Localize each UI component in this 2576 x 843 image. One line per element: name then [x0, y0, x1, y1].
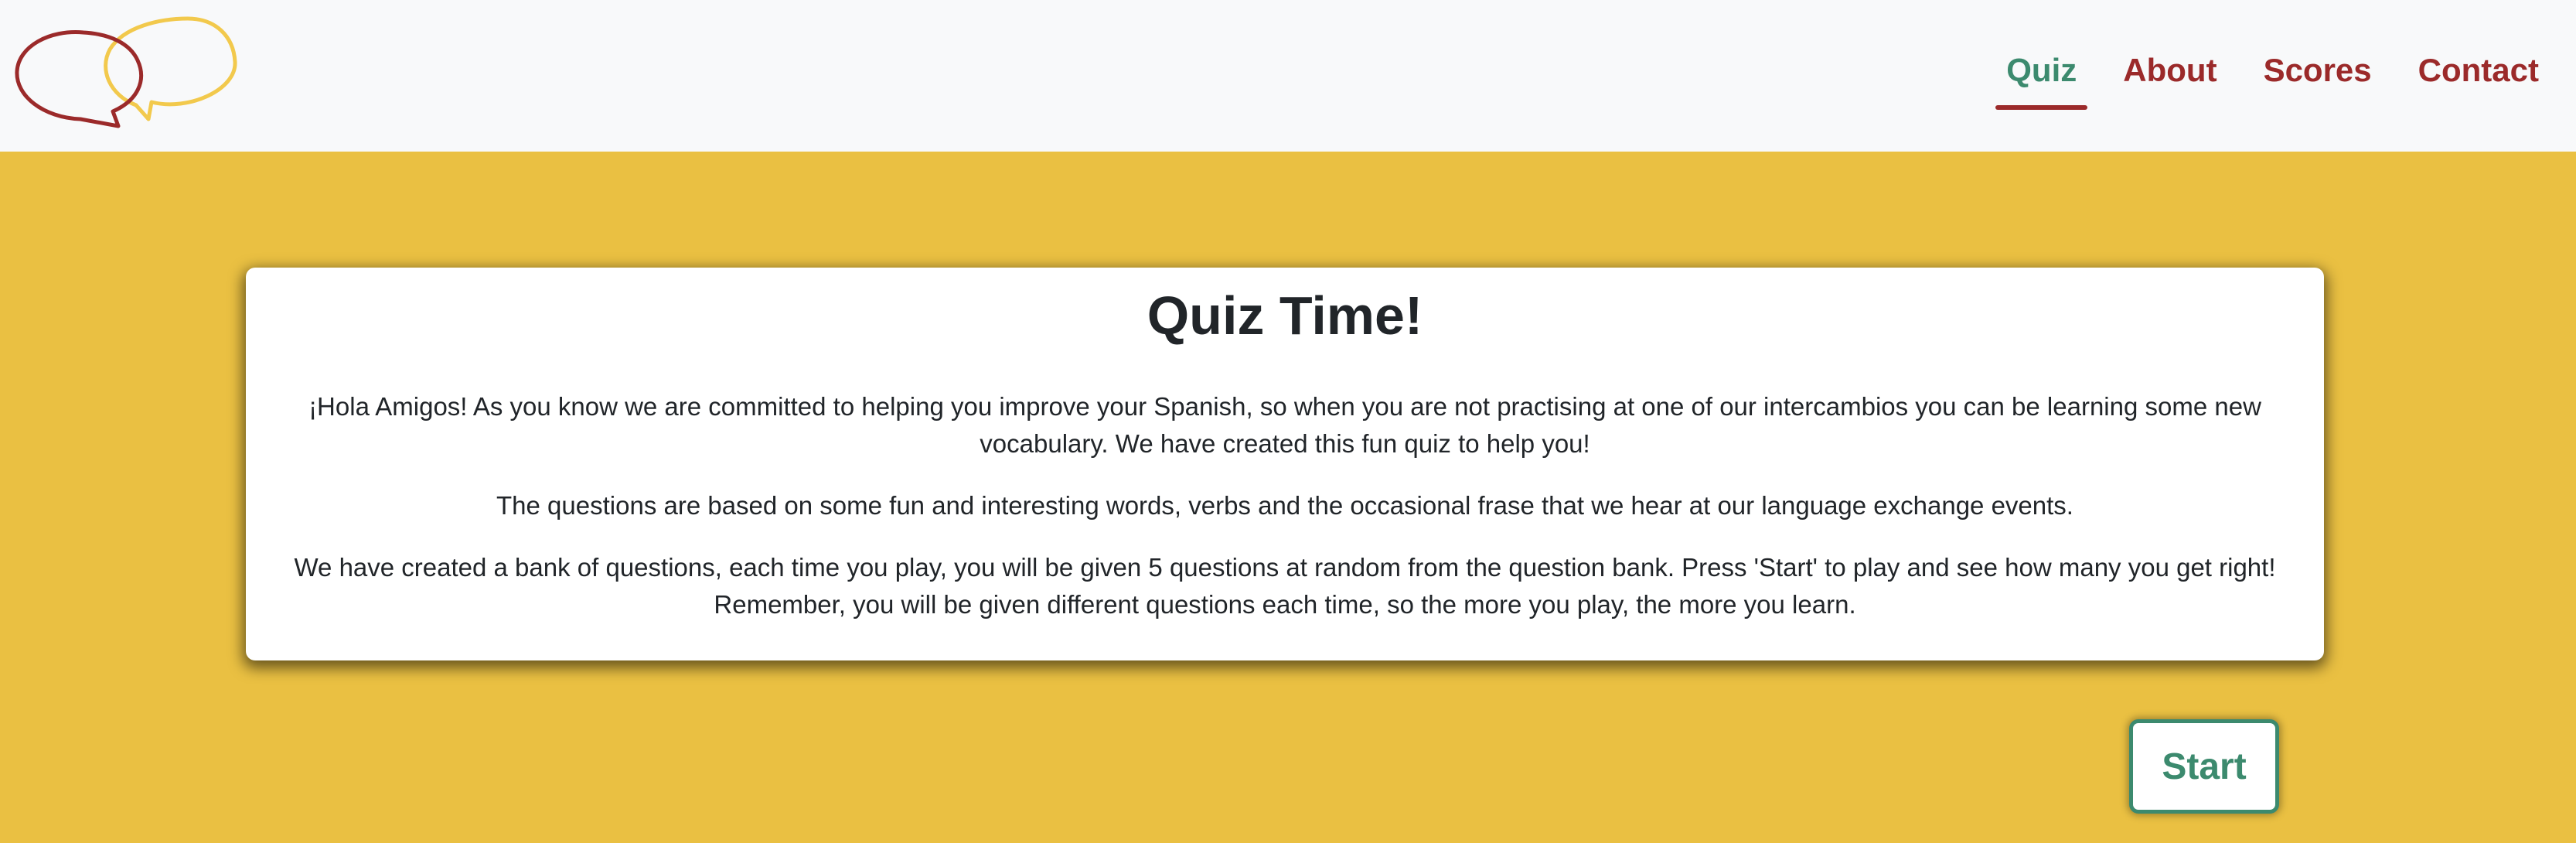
quiz-intro-card: Quiz Time! ¡Hola Amigos! As you know we …	[246, 268, 2324, 660]
nav-link-about[interactable]: About	[2112, 45, 2227, 110]
start-button[interactable]: Start	[2129, 719, 2279, 814]
intro-paragraph: We have created a bank of questions, eac…	[294, 553, 2276, 619]
navbar: Quiz About Scores Contact	[0, 0, 2576, 152]
intro-paragraph: ¡Hola Amigos! As you know we are committ…	[308, 392, 2261, 458]
speech-bubbles-logo-icon[interactable]	[14, 15, 238, 131]
nav-link-scores[interactable]: Scores	[2253, 45, 2383, 110]
main-nav: Quiz About Scores Contact	[1995, 45, 2550, 114]
nav-link-contact[interactable]: Contact	[2407, 45, 2550, 110]
intro-paragraph: The questions are based on some fun and …	[496, 491, 2073, 520]
nav-link-quiz[interactable]: Quiz	[1995, 45, 2088, 110]
page-title: Quiz Time!	[1147, 285, 1423, 346]
